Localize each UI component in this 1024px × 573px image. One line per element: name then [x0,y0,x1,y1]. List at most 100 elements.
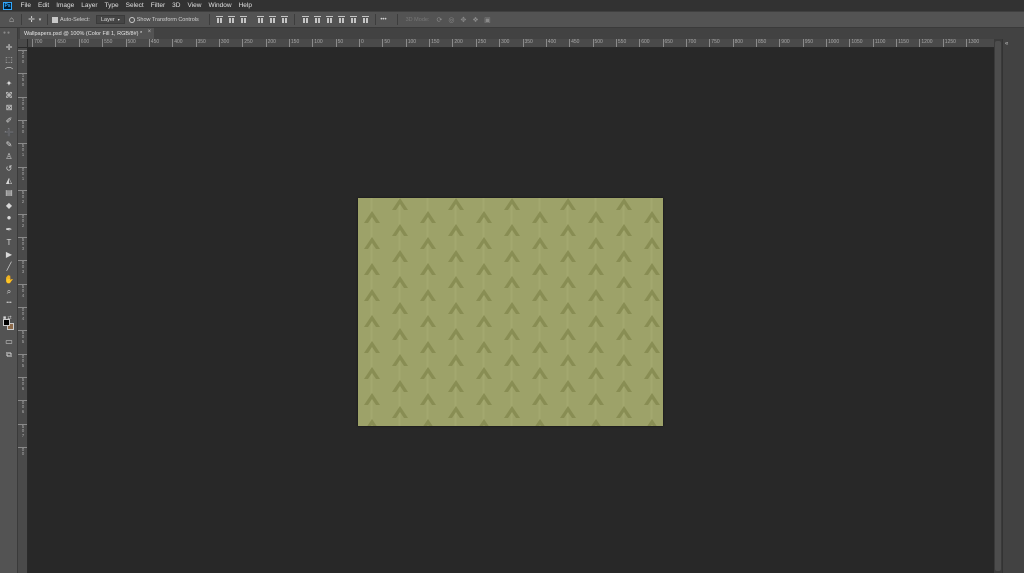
distribute-horizontal-center-icon[interactable] [349,15,358,24]
auto-select-checkbox[interactable] [52,16,58,23]
home-icon[interactable]: ⌂ [6,14,17,25]
document-canvas[interactable] [358,198,663,426]
ruler-tick-label: 550 [615,39,626,47]
menu-file[interactable]: File [17,2,34,9]
menu-filter[interactable]: Filter [147,2,168,9]
close-icon[interactable]: × [148,29,152,35]
blur-tool-icon[interactable]: ◆ [3,200,15,211]
photoshop-logo-icon: Ps [3,1,12,10]
ruler-tick-label: 200 [265,39,276,47]
align-top-edges-icon[interactable] [215,15,224,24]
move-icon[interactable]: ✛ [26,14,37,25]
foreground-color-swatch[interactable] [3,319,10,326]
ruler-tick-label: 550 [102,39,112,47]
line-tool-icon[interactable]: ╱ [3,261,15,272]
ruler-tick-label: 1200 [919,39,933,47]
ruler-tick-label: 150 [288,39,299,47]
expand-panels-icon[interactable]: « [1005,41,1008,47]
path-selection-tool-icon[interactable]: ▶ [3,249,15,260]
panel-dock [1002,39,1024,573]
align-vertical-centers-icon[interactable] [227,15,236,24]
ruler-tick-label: 300 [499,39,509,47]
clone-stamp-tool-icon[interactable]: ♙ [3,151,15,162]
eraser-tool-icon[interactable]: ◭ [3,175,15,186]
zoom-tool-icon[interactable]: ⌕ [3,286,15,297]
align-horizontal-centers-icon[interactable] [268,15,277,24]
roll-3d-icon: ◎ [448,16,455,24]
show-transform-controls-checkbox[interactable] [128,16,135,23]
ruler-tick-label: 1250 [942,39,956,47]
pen-tool-icon[interactable]: ✒ [3,224,15,235]
menu-view[interactable]: View [184,2,205,9]
edit-toolbar-icon[interactable]: ••• [3,298,15,309]
ruler-tick-label: 2 [21,222,25,228]
auto-select-label: Auto-Select: [60,16,90,23]
ruler-tick-label: 0 [21,105,25,111]
distribute-left-icon[interactable] [337,15,346,24]
ruler-tick-label: 850 [756,39,766,47]
more-options-button[interactable]: ••• [380,17,386,23]
screen-mode-tool-icon[interactable]: ⧉ [3,349,15,360]
quick-mask-tool-icon[interactable]: ▭ [3,336,15,347]
pattern-stripe [370,198,373,426]
canvas-workspace[interactable] [28,48,994,573]
lasso-tool-icon[interactable]: ⌒ [3,66,15,77]
pattern-stripe [622,198,625,426]
menu-edit[interactable]: Edit [34,2,52,9]
menu-image[interactable]: Image [53,2,78,9]
distribute-top-icon[interactable] [301,15,310,24]
scrollbar-thumb[interactable] [995,41,1001,571]
frame-tool-icon[interactable]: ⊠ [3,102,15,113]
document-tab-title: Wallpapers.psd @ 100% (Color Fill 1, RGB… [24,30,143,37]
distribute-bottom-icon[interactable] [325,15,334,24]
menu-help[interactable]: Help [235,2,255,9]
gradient-tool-icon[interactable]: ▤ [3,187,15,198]
ruler-tick-label: 350 [195,39,206,47]
ruler-tick-label: 650 [55,39,66,47]
marquee-tool-icon[interactable]: ⬚ [3,54,15,65]
history-brush-tool-icon[interactable]: ↺ [3,163,15,174]
eyedropper-tool-icon[interactable]: ✐ [3,115,15,126]
brush-tool-icon[interactable]: ✎ [3,139,15,150]
ruler-origin[interactable] [18,39,28,48]
menu-type[interactable]: Type [101,2,122,9]
panel-grip[interactable]: ●● [3,30,14,38]
menu-select[interactable]: Select [122,2,147,9]
document-tab[interactable]: Wallpapers.psd @ 100% (Color Fill 1, RGB… [20,28,155,39]
hand-tool-icon[interactable]: ✋ [3,274,15,285]
align-right-edges-icon[interactable] [280,15,289,24]
layer-select-dropdown[interactable]: Layer ▾ [95,15,125,24]
move-tool-icon[interactable]: ✛ [3,42,15,53]
distribute-right-icon[interactable] [361,15,370,24]
vertical-scrollbar[interactable] [994,39,1002,573]
chevron-mark [535,419,545,426]
chevron-down-icon[interactable]: ▾ [37,14,43,25]
ruler-tick-label: 700 [32,39,42,47]
ruler-tick-label: 1150 [896,39,909,47]
menu-layer[interactable]: Layer [78,2,101,9]
menu-bar: Ps File Edit Image Layer Type Select Filter 3D V… [0,0,1024,11]
ruler-tick-label: 800 [732,39,743,47]
distribute-vertical-center-icon[interactable] [313,15,322,24]
menu-window[interactable]: Window [205,2,235,9]
magic-wand-tool-icon[interactable]: ✦ [3,78,15,89]
healing-brush-tool-icon[interactable]: ➕ [3,127,15,138]
menu-3d[interactable]: 3D [169,2,184,9]
ruler-tick-label: 250 [242,39,253,47]
drag-3d-icon: ✥ [460,16,467,24]
dodge-tool-icon[interactable]: ● [3,212,15,223]
ruler-tick-label: 7 [21,432,25,438]
ruler-tick-label: 1000 [826,39,839,47]
ruler-tick-label: 1050 [849,39,863,47]
ruler-tick-label: 950 [802,39,813,47]
vertical-ruler[interactable]: 2001501005005010015020025030035040045050… [18,48,28,573]
ruler-tick-label: 750 [709,39,720,47]
align-bottom-edges-icon[interactable] [239,15,248,24]
horizontal-ruler[interactable]: 700 650 600 550 500 450 400 350 300 250 200 150 100 5… [28,39,994,48]
divider [21,14,22,25]
ruler-tick-label: 100 [405,39,416,47]
crop-tool-icon[interactable]: ⌘ [3,90,15,101]
type-tool-icon[interactable]: T [3,237,15,248]
align-left-edges-icon[interactable] [256,15,265,24]
ruler-tick-label: 4 [21,292,25,298]
